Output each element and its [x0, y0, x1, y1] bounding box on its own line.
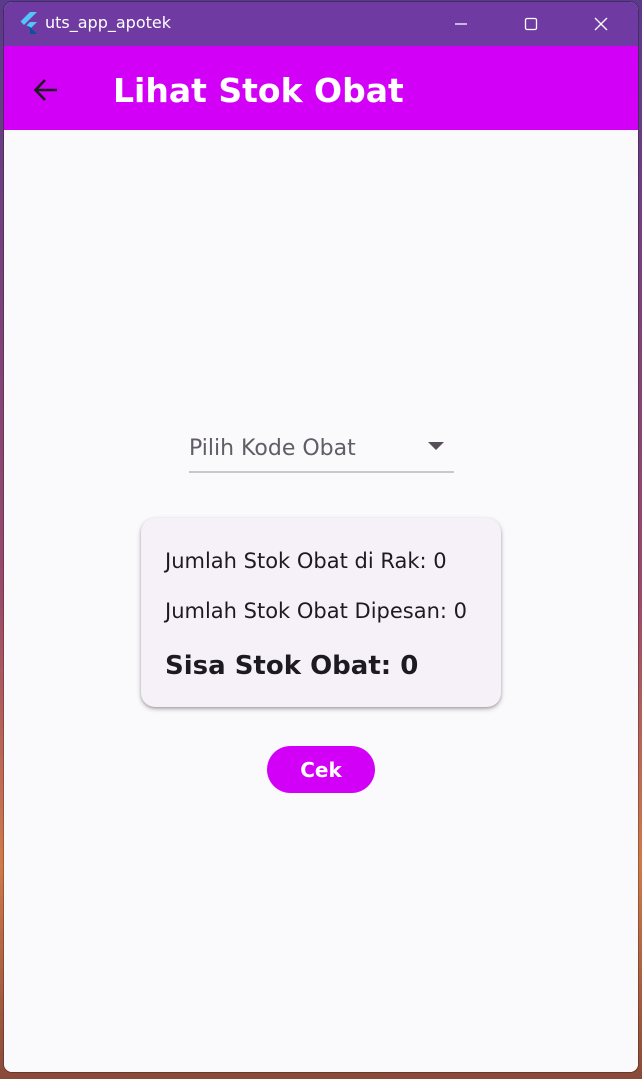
kode-obat-dropdown[interactable]: Pilih Kode Obat	[189, 425, 454, 473]
caret-down-icon	[428, 442, 444, 450]
minimize-button[interactable]	[428, 2, 494, 46]
dropdown-hint: Pilih Kode Obat	[189, 436, 356, 461]
sisa-stok-text: Sisa Stok Obat: 0	[165, 651, 419, 681]
close-icon	[594, 17, 608, 31]
cek-button[interactable]: Cek	[267, 746, 375, 793]
stok-rak-text: Jumlah Stok Obat di Rak: 0	[165, 549, 447, 573]
minimize-icon	[455, 23, 467, 25]
window-titlebar[interactable]: uts_app_apotek	[4, 2, 638, 46]
flutter-logo-icon	[20, 12, 37, 34]
page-title: Lihat Stok Obat	[113, 71, 404, 110]
arrow-left-icon	[33, 79, 57, 101]
stok-result-card: Jumlah Stok Obat di Rak: 0 Jumlah Stok O…	[141, 518, 501, 707]
app-bar: Lihat Stok Obat	[4, 46, 638, 130]
close-button[interactable]	[568, 2, 634, 46]
main-content: Pilih Kode Obat Jumlah Stok Obat di Rak:…	[4, 130, 638, 1072]
stok-dipesan-text: Jumlah Stok Obat Dipesan: 0	[165, 599, 468, 623]
app-window: uts_app_apotek Lihat Stok Obat Pilih Kod…	[4, 2, 638, 1072]
window-title: uts_app_apotek	[45, 13, 171, 32]
back-button[interactable]	[24, 68, 68, 112]
maximize-button[interactable]	[498, 2, 564, 46]
maximize-icon	[524, 17, 538, 31]
